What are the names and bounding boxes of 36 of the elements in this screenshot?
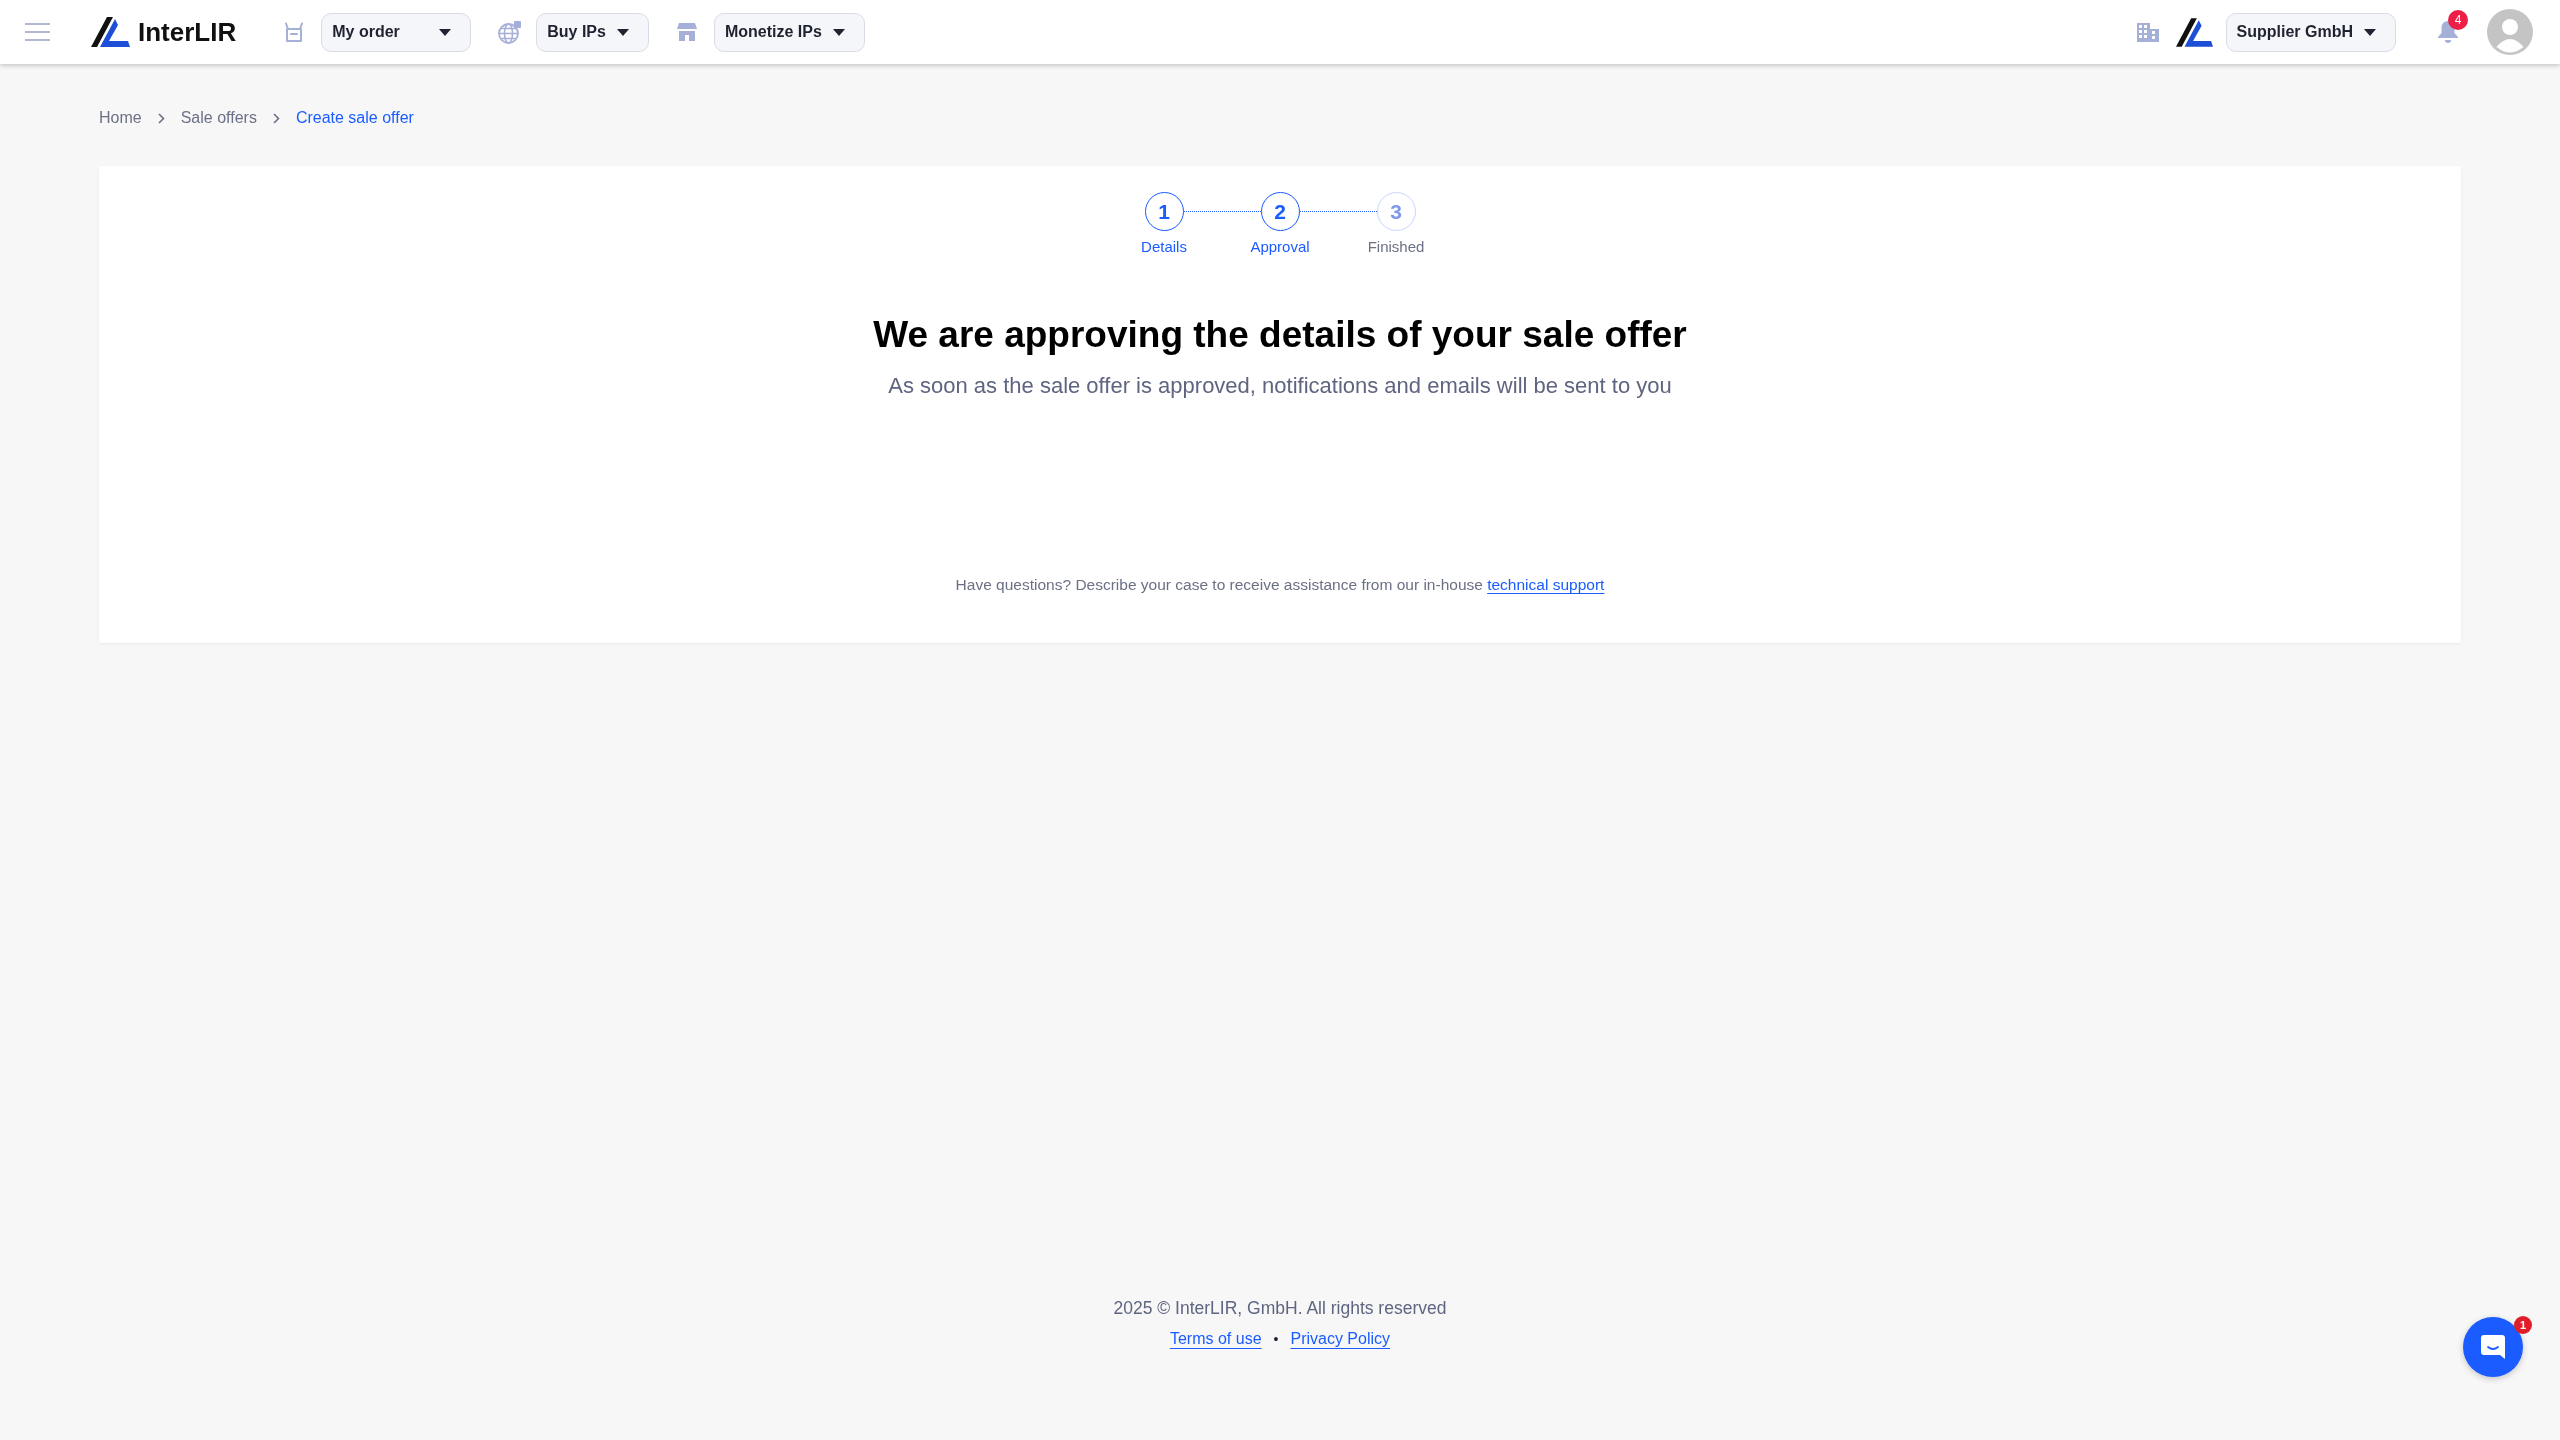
copyright-text: 2025 © InterLIR, GmbH. All rights reserved	[1113, 1297, 1447, 1319]
caret-icon	[832, 28, 845, 36]
step-label: Details	[1141, 237, 1187, 257]
breadcrumb-link[interactable]: Home	[99, 108, 142, 128]
avatar-icon[interactable]	[2487, 9, 2533, 55]
account-dropdown[interactable]: Supplier GmbH	[2225, 12, 2396, 52]
basket-icon[interactable]	[284, 22, 305, 42]
store-icon[interactable]	[676, 23, 697, 41]
link-separator: •	[1273, 1330, 1279, 1349]
help-text: Have questions? Describe your case to receive assistance from our in-house technical support	[955, 575, 1605, 595]
caret-icon	[2364, 28, 2376, 36]
chevron-icon	[272, 112, 280, 124]
notification-badge: 4	[2448, 10, 2468, 30]
chat-badge: 1	[2514, 1316, 2532, 1334]
caret-icon	[439, 28, 452, 36]
building-icon[interactable]	[2136, 22, 2159, 42]
nav-dropdown[interactable]: My order	[321, 12, 472, 52]
globe-icon[interactable]	[498, 20, 522, 44]
footer-link[interactable]: Terms of use	[1169, 1327, 1262, 1351]
chat-icon	[2480, 1334, 2506, 1360]
nav-dropdown[interactable]: Monetize IPs	[713, 12, 865, 52]
menu-icon[interactable]	[25, 23, 50, 41]
logo-icon	[2175, 17, 2213, 47]
page-subheading: As soon as the sale offer is approved, notifications and emails will be sent to you	[888, 372, 1672, 400]
support-link[interactable]: technical support	[1487, 576, 1605, 593]
step-label: Finished	[1367, 237, 1425, 257]
chevron-icon	[157, 112, 165, 124]
breadcrumb-link[interactable]: Sale offers	[180, 108, 257, 128]
step-label: Approval	[1250, 237, 1310, 257]
page-heading: We are approving the details of your sale offer	[873, 313, 1687, 357]
footer-link[interactable]: Privacy Policy	[1290, 1327, 1391, 1351]
caret-icon	[616, 28, 629, 36]
logo-icon	[91, 17, 130, 47]
breadcrumb-link[interactable]: Create sale offer	[295, 108, 414, 128]
brand-name: InterLIR	[138, 17, 237, 47]
nav-dropdown[interactable]: Buy IPs	[536, 12, 649, 52]
